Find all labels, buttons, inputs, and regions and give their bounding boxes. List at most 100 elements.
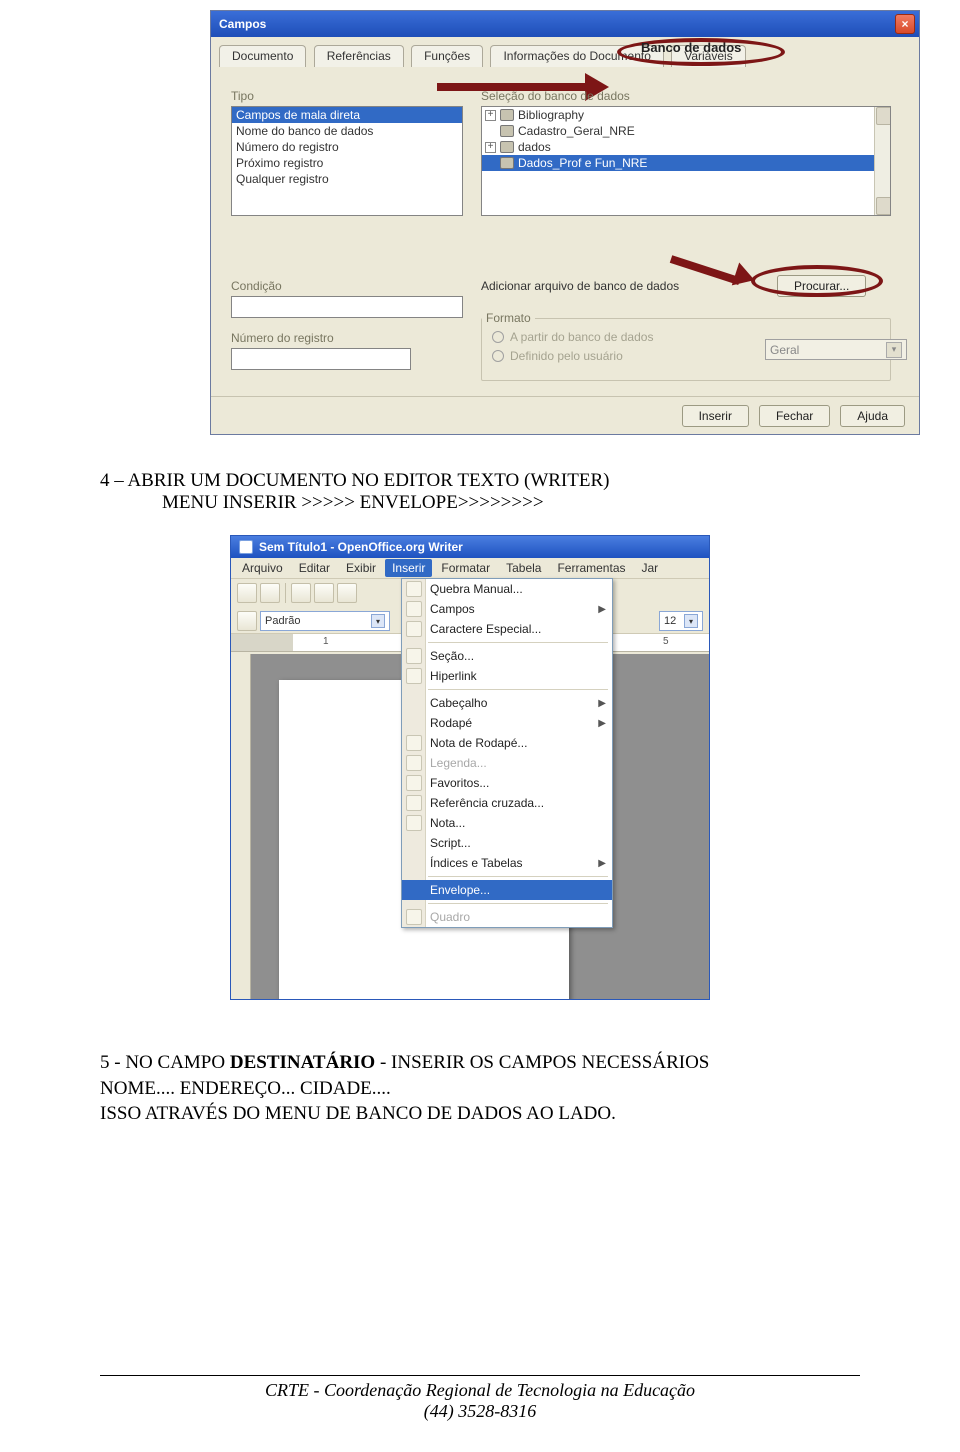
instruction-step-4: 4 – ABRIR UM DOCUMENTO NO EDITOR TEXTO (… [100, 470, 860, 514]
menu-icon [406, 815, 422, 831]
type-item[interactable]: Qualquer registro [232, 171, 462, 187]
mi-hiperlink[interactable]: Hiperlink [402, 666, 612, 686]
type-item[interactable]: Nome do banco de dados [232, 123, 462, 139]
menu-icon [406, 795, 422, 811]
format-select[interactable]: Geral ▾ [765, 339, 907, 360]
writer-window: Sem Título1 - OpenOffice.org Writer Arqu… [230, 535, 710, 1000]
toolbar-button[interactable] [291, 583, 311, 603]
expand-icon[interactable]: + [485, 110, 496, 121]
inserir-button[interactable]: Inserir [682, 405, 749, 427]
mi-quadro: Quadro [402, 907, 612, 927]
menu-ferramentas[interactable]: Ferramentas [550, 559, 632, 577]
type-item[interactable]: Próximo registro [232, 155, 462, 171]
menu-tabela[interactable]: Tabela [499, 559, 548, 577]
menu-editar[interactable]: Editar [292, 559, 337, 577]
toolbar-button[interactable] [237, 611, 257, 631]
footer-line2: (44) 3528-8316 [100, 1401, 860, 1422]
radio-icon [492, 331, 504, 343]
menu-icon [406, 648, 422, 664]
add-db-label: Adicionar arquivo de banco de dados [481, 279, 679, 293]
toolbar-button[interactable] [260, 583, 280, 603]
selection-label: Seleção do banco de dados [481, 89, 630, 103]
submenu-arrow-icon: ▶ [598, 718, 606, 729]
mi-nota-rodape[interactable]: Nota de Rodapé... [402, 733, 612, 753]
submenu-arrow-icon: ▶ [598, 698, 606, 709]
tab-banco-de-dados[interactable]: Banco de dados [641, 40, 741, 55]
mi-campos[interactable]: Campos▶ [402, 599, 612, 619]
menu-icon [406, 775, 422, 791]
menu-icon [406, 581, 422, 597]
database-icon [500, 157, 514, 169]
mi-nota[interactable]: Nota... [402, 813, 612, 833]
dialog-buttons: Inserir Fechar Ajuda [211, 396, 919, 434]
chevron-down-icon: ▾ [886, 342, 902, 358]
submenu-arrow-icon: ▶ [598, 858, 606, 869]
mi-cabecalho[interactable]: Cabeçalho▶ [402, 693, 612, 713]
writer-app-icon [239, 540, 253, 554]
type-item[interactable]: Campos de mala direta [232, 107, 462, 123]
register-input[interactable] [231, 348, 411, 370]
close-icon[interactable]: × [895, 14, 915, 34]
menu-icon [406, 621, 422, 637]
menu-icon [406, 909, 422, 925]
mi-rodape[interactable]: Rodapé▶ [402, 713, 612, 733]
instr2-line3: ISSO ATRAVÉS DO MENU DE BANCO DE DADOS A… [100, 1101, 860, 1127]
tree-item[interactable]: Dados_Prof e Fun_NRE [482, 155, 890, 171]
db-selection-tree[interactable]: +Bibliography Cadastro_Geral_NRE +dados … [481, 106, 891, 216]
mi-favoritos[interactable]: Favoritos... [402, 773, 612, 793]
tree-item[interactable]: Cadastro_Geral_NRE [482, 123, 890, 139]
mi-caractere[interactable]: Caractere Especial... [402, 619, 612, 639]
inserir-dropdown: Quebra Manual... Campos▶ Caractere Espec… [401, 578, 613, 928]
toolbar-button[interactable] [314, 583, 334, 603]
writer-titlebar[interactable]: Sem Título1 - OpenOffice.org Writer [231, 536, 709, 558]
radio-icon [492, 350, 504, 362]
campos-dialog: Campos × Documento Referências Funções I… [210, 10, 920, 435]
ajuda-button[interactable]: Ajuda [840, 405, 905, 427]
menu-icon [406, 755, 422, 771]
mi-ref-cruzada[interactable]: Referência cruzada... [402, 793, 612, 813]
tree-item[interactable]: +Bibliography [482, 107, 890, 123]
page-footer: CRTE - Coordenação Regional de Tecnologi… [100, 1375, 860, 1422]
type-item[interactable]: Número do registro [232, 139, 462, 155]
tabs: Documento Referências Funções Informaçõe… [211, 37, 919, 71]
toolbar-button[interactable] [337, 583, 357, 603]
mi-secao[interactable]: Seção... [402, 646, 612, 666]
menu-exibir[interactable]: Exibir [339, 559, 383, 577]
mi-indices[interactable]: Índices e Tabelas▶ [402, 853, 612, 873]
instr2-line2: NOME.... ENDEREÇO... CIDADE.... [100, 1076, 860, 1102]
tree-item[interactable]: +dados [482, 139, 890, 155]
footer-line1: CRTE - Coordenação Regional de Tecnologi… [100, 1380, 860, 1401]
submenu-arrow-icon: ▶ [598, 604, 606, 615]
fechar-button[interactable]: Fechar [759, 405, 830, 427]
writer-title: Sem Título1 - OpenOffice.org Writer [259, 540, 463, 554]
condition-input[interactable] [231, 296, 463, 318]
type-label: Tipo [231, 89, 254, 103]
paragraph-style-combo[interactable]: Padrão▾ [260, 611, 390, 631]
menu-inserir[interactable]: Inserir [385, 559, 432, 577]
procurar-button[interactable]: Procurar... [777, 275, 866, 297]
vertical-ruler[interactable] [231, 654, 251, 999]
type-listbox[interactable]: Campos de mala direta Nome do banco de d… [231, 106, 463, 216]
format-legend: Formato [482, 311, 535, 325]
tab-funcoes[interactable]: Funções [411, 45, 483, 67]
font-size-combo[interactable]: 12▾ [659, 611, 703, 631]
tab-documento[interactable]: Documento [219, 45, 306, 67]
instr2-line1: 5 - NO CAMPO DESTINATÁRIO - INSERIR OS C… [100, 1050, 860, 1076]
expand-icon[interactable]: + [485, 142, 496, 153]
menu-janela[interactable]: Jar [635, 559, 666, 577]
database-icon [500, 125, 514, 137]
menu-arquivo[interactable]: Arquivo [235, 559, 290, 577]
mi-quebra[interactable]: Quebra Manual... [402, 579, 612, 599]
database-icon [500, 109, 514, 121]
menubar[interactable]: Arquivo Editar Exibir Inserir Formatar T… [231, 558, 709, 578]
menu-formatar[interactable]: Formatar [434, 559, 497, 577]
dialog-titlebar[interactable]: Campos × [211, 11, 919, 37]
tab-referencias[interactable]: Referências [314, 45, 404, 67]
mi-script[interactable]: Script... [402, 833, 612, 853]
mi-envelope[interactable]: Envelope... [402, 880, 612, 900]
toolbar-button[interactable] [237, 583, 257, 603]
chevron-down-icon: ▾ [684, 614, 698, 628]
register-label: Número do registro [231, 331, 334, 345]
scrollbar-vertical[interactable] [874, 107, 890, 215]
tab-info-documento[interactable]: Informações do Documento [490, 45, 663, 67]
